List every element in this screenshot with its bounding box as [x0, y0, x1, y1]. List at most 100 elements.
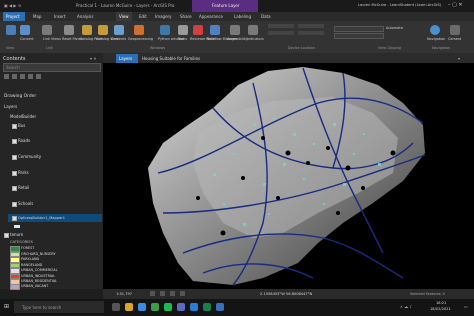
checkbox-optlessbuilder[interactable] [12, 216, 17, 221]
contents-search-placeholder: Search [6, 65, 20, 70]
checkbox-parks[interactable] [12, 171, 17, 176]
layer-community[interactable]: Community [18, 154, 41, 159]
checkbox-tenure[interactable] [4, 233, 9, 238]
user-name[interactable]: Lauren McGuire - LearnStudent (Learn.Arc… [358, 3, 441, 8]
map-view[interactable] [103, 63, 474, 289]
legend-rangeland: RANGELAND [21, 262, 43, 267]
workflow-manager-icon[interactable] [210, 25, 220, 35]
indicators-label[interactable]: Indicators [247, 37, 264, 41]
pane-controls[interactable]: ▾ ✕ [90, 56, 97, 61]
tab-imagery[interactable]: Imagery [155, 14, 172, 19]
camera-label[interactable]: Camera [448, 37, 461, 41]
taskbar-search-placeholder: Type here to search [22, 305, 62, 310]
contents-label[interactable]: Contents [111, 37, 126, 41]
context-tab-title: Feature Layer [212, 3, 240, 8]
notifications-icon[interactable]: ▭ [464, 305, 468, 309]
tab-edit[interactable]: Edit [139, 14, 147, 19]
system-tray[interactable]: ∧ ☁ ♪ [400, 305, 412, 309]
categories-label: CATEGORIES [10, 240, 33, 244]
tab-appearance[interactable]: Appearance [199, 14, 223, 19]
accessibility-label[interactable]: Accessibility [227, 37, 248, 41]
taskbar-time[interactable]: 18:21 [436, 301, 446, 306]
checkbox-roads[interactable] [12, 139, 17, 144]
convert-icon[interactable] [20, 25, 30, 35]
word-icon[interactable] [190, 303, 198, 311]
contents-title: Contents [3, 56, 26, 62]
teams-icon[interactable] [177, 303, 185, 311]
tasks-icon[interactable] [178, 25, 188, 35]
map-coordinates: 2.1556453°W 56.8008447°N [260, 292, 313, 296]
legend-urban-residential: URBAN_RESIDENTIAL [21, 279, 57, 283]
taskbar-date[interactable]: 18/02/2021 [430, 307, 451, 312]
convert-label[interactable]: Convert [20, 37, 33, 41]
view-clipping-controls[interactable] [334, 24, 386, 42]
tab-insert[interactable]: Insert [54, 14, 65, 19]
checkbox-bus[interactable] [12, 124, 17, 129]
selected-features: Selected Features: 0 [410, 292, 445, 296]
python-window-icon[interactable] [160, 25, 170, 35]
layer-swatch [14, 225, 20, 228]
layer-roads[interactable]: Roads [18, 138, 30, 143]
excel-icon[interactable] [203, 303, 211, 311]
chrome-icon[interactable] [151, 303, 159, 311]
tab-labeling[interactable]: Labeling [234, 14, 251, 19]
layers-root[interactable]: Layers [4, 104, 17, 109]
group-layer-modelbuilder[interactable]: ModelBuilder [10, 114, 36, 119]
map-tab-layers-label[interactable]: Layers [119, 56, 132, 61]
map-tab-menu[interactable]: ▾ [458, 56, 460, 61]
checkbox-retail[interactable] [12, 186, 17, 191]
spotify-icon[interactable] [164, 303, 172, 311]
layer-parks[interactable]: Parks [18, 170, 29, 175]
map-scale[interactable]: 1:51,797 [116, 292, 132, 296]
layer-schools[interactable]: Schools [18, 201, 33, 206]
navigation-icon[interactable] [430, 25, 440, 35]
contents-toolbar[interactable] [4, 74, 64, 80]
legend-orchard: ORCHARD_NURSERY [21, 251, 56, 256]
checkbox-community[interactable] [12, 155, 17, 160]
edge-icon[interactable] [138, 303, 146, 311]
indicators-icon[interactable] [248, 25, 258, 35]
geoprocessing-label[interactable]: Geoprocessing [128, 37, 153, 41]
layer-retail[interactable]: Retail [18, 185, 29, 190]
layer-optlessbuilder[interactable]: OptLessBuilder1_Mapper1 [18, 216, 65, 220]
legend-forest: FOREST [21, 246, 35, 250]
scale-mode[interactable]: Automatic [386, 26, 403, 30]
windows-start-icon[interactable]: ⊞ [4, 304, 9, 310]
tab-project-label[interactable]: Project [6, 14, 20, 19]
link-views-icon[interactable] [42, 25, 52, 35]
tab-view[interactable]: View [119, 14, 129, 19]
link-views-label[interactable]: Link Views [43, 37, 61, 41]
map-view-icon[interactable] [6, 25, 16, 35]
tab-analysis[interactable]: Analysis [77, 14, 93, 19]
catalog-view-icon[interactable] [98, 25, 108, 35]
status-toolbar[interactable] [150, 291, 250, 297]
group-view-clipping: View Clipping [378, 46, 401, 50]
contents-icon[interactable] [114, 25, 124, 35]
tab-share[interactable]: Share [180, 14, 192, 19]
navigation-label[interactable]: Navigation [427, 37, 445, 41]
geoprocessing-icon[interactable] [134, 25, 144, 35]
checkbox-schools[interactable] [12, 202, 17, 207]
reset-panes-icon[interactable] [64, 25, 74, 35]
tab-data[interactable]: Data [261, 14, 271, 19]
arcgis-pro-icon[interactable] [216, 303, 224, 311]
map-canvas [148, 67, 426, 286]
task-view-icon[interactable] [112, 303, 120, 311]
tab-map[interactable]: Map [33, 14, 41, 19]
reviewer-rules-icon[interactable] [193, 25, 203, 35]
legend-swatch-urban-vacant [10, 284, 20, 290]
camera-icon[interactable] [450, 25, 460, 35]
layer-bus[interactable]: Bus [18, 123, 25, 128]
tasks-label[interactable]: Tasks [178, 37, 187, 41]
accessibility-icon[interactable] [230, 25, 240, 35]
layer-tenure[interactable]: tenure [10, 232, 23, 237]
group-navigation: Navigation [432, 46, 451, 50]
file-explorer-icon[interactable] [125, 303, 133, 311]
group-windows: Windows [150, 46, 166, 50]
map-tab-housing[interactable]: Housing Suitable for Families [142, 56, 200, 61]
window-controls[interactable]: – ▢ ✕ [448, 3, 463, 8]
group-link: Link [46, 46, 53, 50]
title-bar-icons[interactable]: ▣ ◀ ▶ ⟲ [4, 4, 21, 8]
catalog-pane-icon[interactable] [82, 25, 92, 35]
device-location-controls[interactable] [268, 24, 326, 42]
